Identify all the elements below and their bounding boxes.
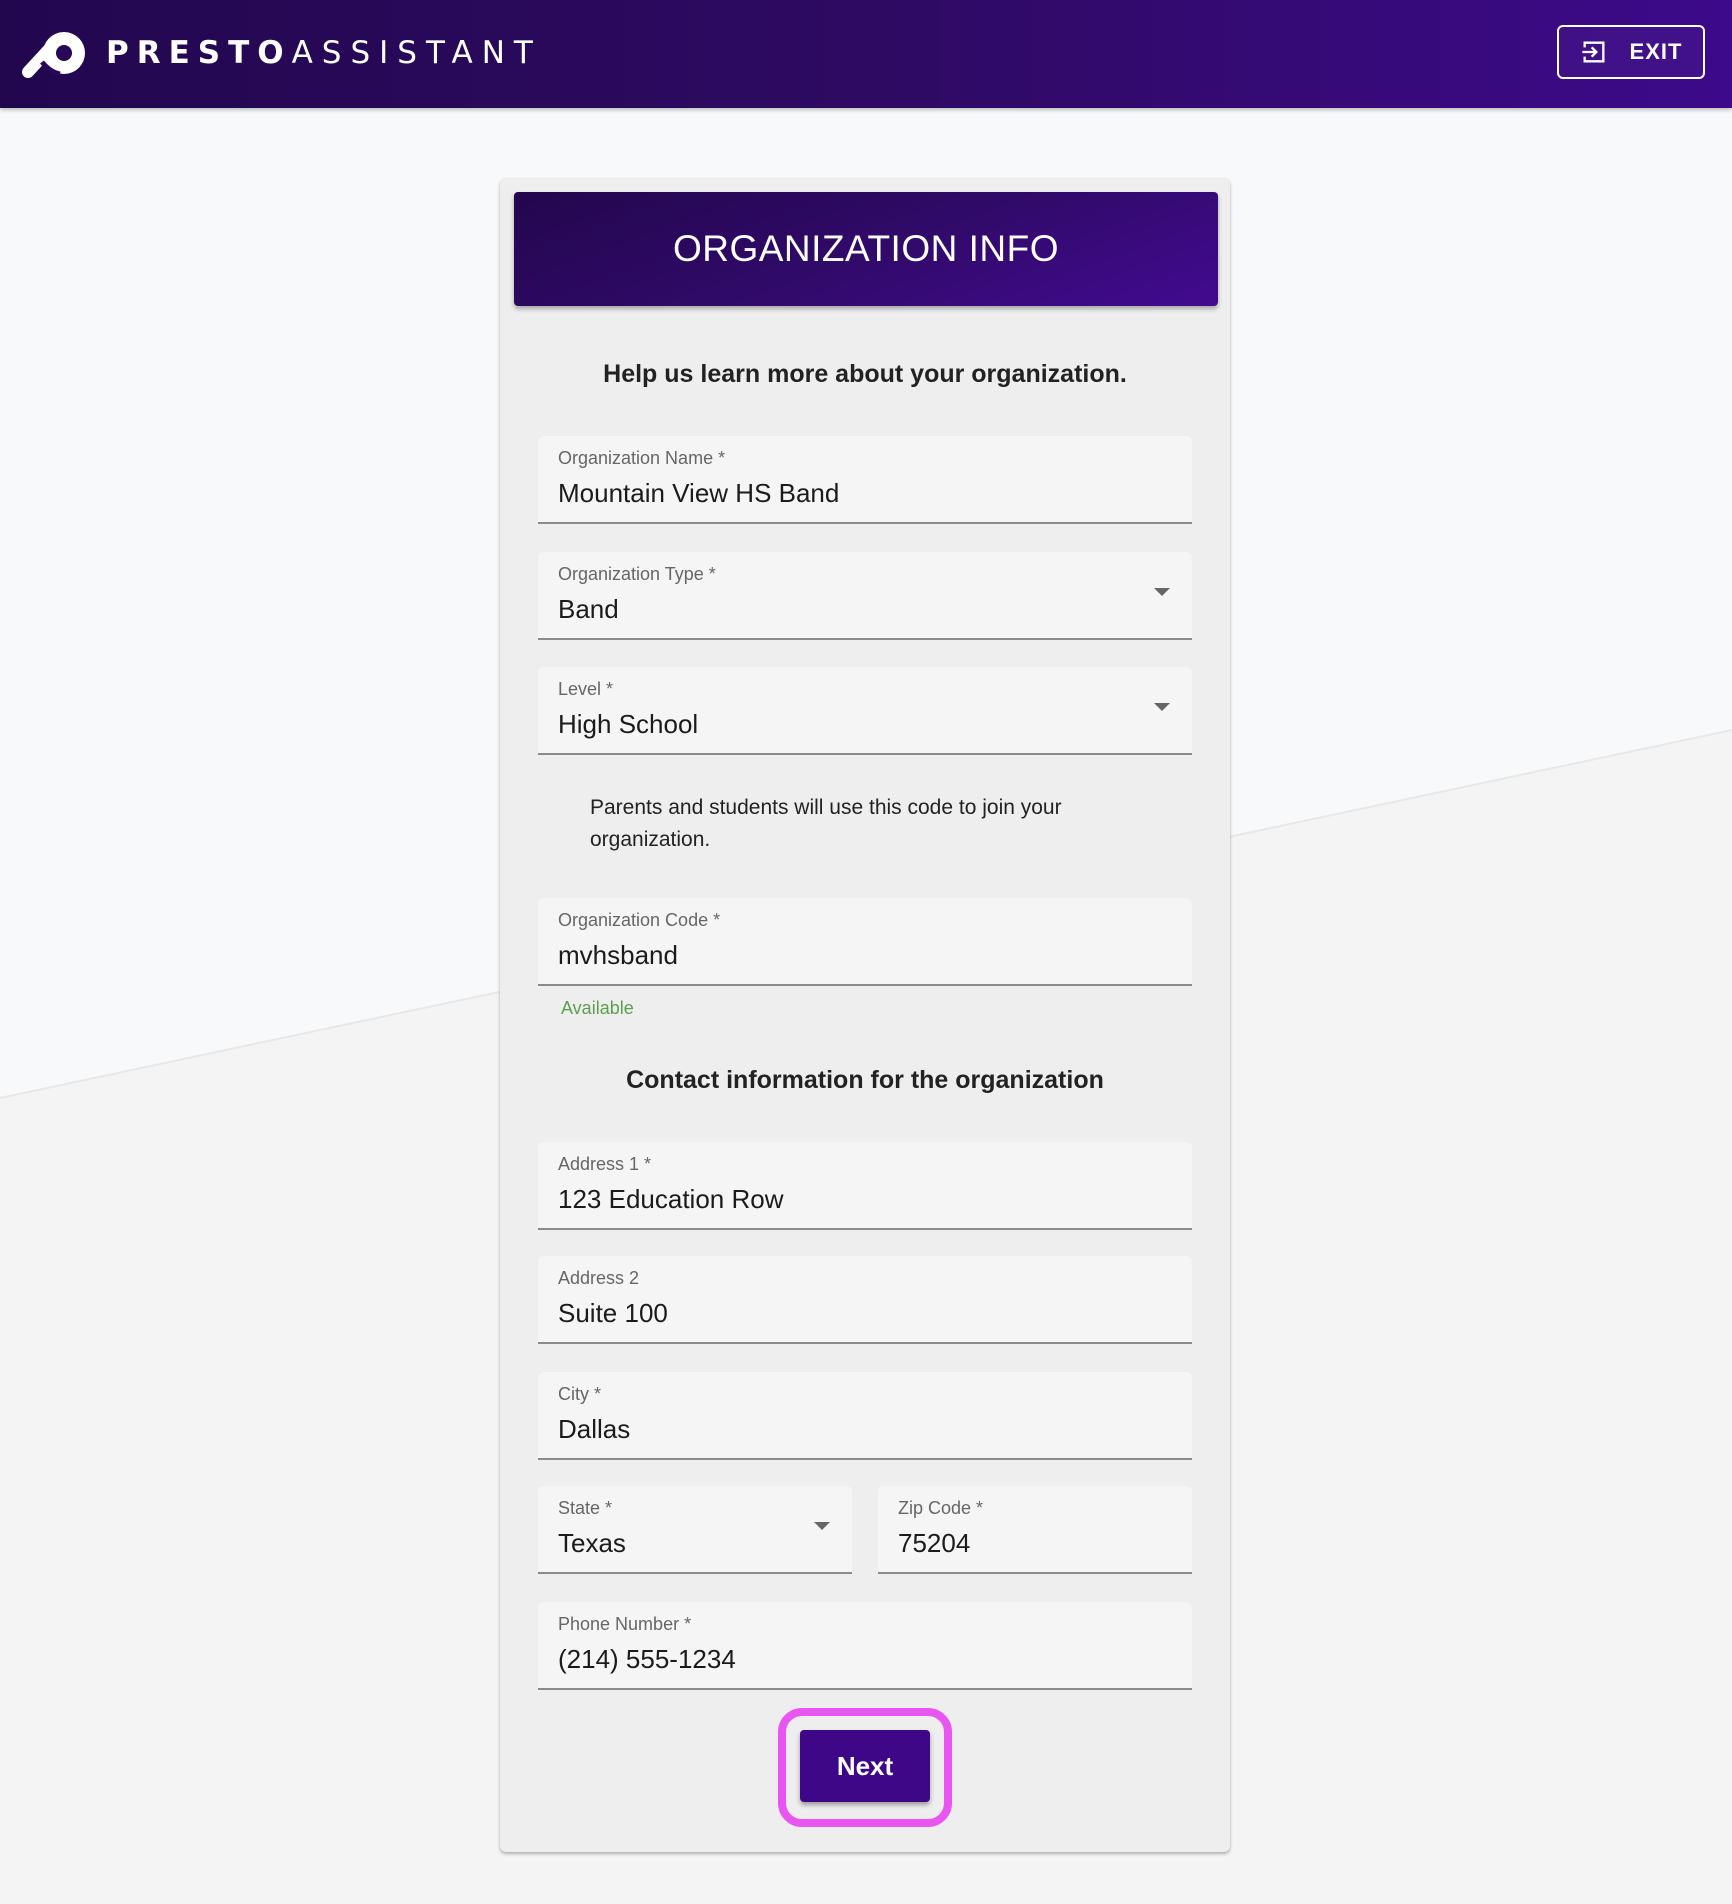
field-value: Mountain View HS Band (558, 478, 840, 508)
logo[interactable]: PRESTOASSISTANT (22, 24, 542, 82)
organization-info-card: ORGANIZATION INFO Help us learn more abo… (500, 178, 1230, 1852)
intro-text: Help us learn more about your organizati… (603, 360, 1127, 388)
top-bar: PRESTOASSISTANT EXIT (0, 0, 1732, 108)
dropdown-arrow-icon[interactable] (814, 1522, 830, 1530)
field-label: Phone Number * (558, 1614, 692, 1634)
field-label: City * (558, 1384, 602, 1404)
field-label: Organization Code * (558, 910, 721, 930)
organization-type-select[interactable]: Organization Type * Band (538, 552, 1192, 640)
address2-field[interactable]: Address 2 Suite 100 (538, 1256, 1192, 1344)
field-value: Texas (558, 1528, 626, 1558)
field-value: Suite 100 (558, 1298, 668, 1328)
state-select[interactable]: State * Texas (538, 1486, 852, 1574)
exit-label: EXIT (1629, 39, 1683, 64)
field-label: Organization Name * (558, 448, 726, 468)
zip-code-field[interactable]: Zip Code * 75204 (878, 1486, 1192, 1574)
presto-logo-icon (22, 32, 85, 78)
organization-code-field[interactable]: Organization Code * mvhsband (538, 898, 1192, 986)
code-note: Parents and students will use this code … (590, 796, 1062, 851)
dropdown-arrow-icon[interactable] (1154, 703, 1170, 711)
exit-icon (1581, 41, 1605, 63)
card-header: ORGANIZATION INFO (514, 192, 1218, 306)
field-label: Organization Type * (558, 564, 716, 584)
level-select[interactable]: Level * High School (538, 667, 1192, 755)
field-label: Address 1 * (558, 1154, 652, 1174)
phone-number-field[interactable]: Phone Number * (214) 555-1234 (538, 1602, 1192, 1690)
logo-text-bold: PRESTO (106, 35, 292, 71)
contact-heading: Contact information for the organization (626, 1066, 1104, 1094)
field-label: Address 2 (558, 1268, 640, 1288)
organization-name-field[interactable]: Organization Name * Mountain View HS Ban… (538, 436, 1192, 524)
field-value: High School (558, 709, 699, 739)
field-value: Dallas (558, 1414, 631, 1444)
field-value: mvhsband (558, 940, 678, 970)
city-field[interactable]: City * Dallas (538, 1372, 1192, 1460)
logo-text: PRESTOASSISTANT (106, 24, 542, 82)
logo-text-light: ASSISTANT (291, 35, 542, 71)
card-title: ORGANIZATION INFO (672, 228, 1060, 269)
exit-button[interactable]: EXIT (1557, 25, 1705, 79)
field-value: 75204 (898, 1528, 971, 1558)
next-button[interactable]: Next (800, 1730, 930, 1802)
field-label: Level * (558, 679, 614, 699)
code-availability-status: Available (561, 998, 634, 1018)
field-value: (214) 555-1234 (558, 1644, 736, 1674)
field-label: Zip Code * (898, 1498, 984, 1518)
field-label: State * (558, 1498, 613, 1518)
dropdown-arrow-icon[interactable] (1154, 588, 1170, 596)
field-value: 123 Education Row (558, 1184, 784, 1214)
field-value: Band (558, 594, 619, 624)
address1-field[interactable]: Address 1 * 123 Education Row (538, 1142, 1192, 1230)
